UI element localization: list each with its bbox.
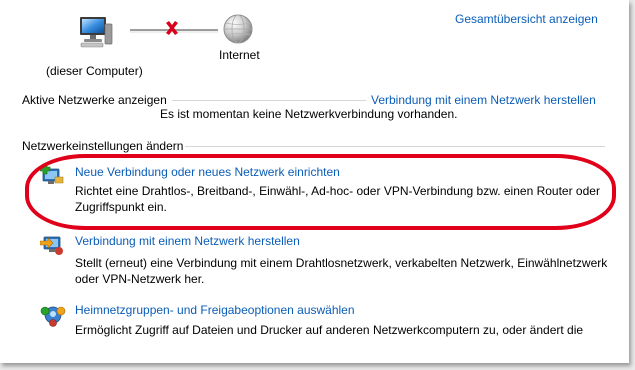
this-computer-label: (dieser Computer) — [46, 64, 143, 78]
active-networks-label: Aktive Netzwerke anzeigen — [22, 93, 167, 107]
no-connection-message: Es ist momentan keine Netzwerkverbindung… — [160, 107, 458, 121]
connect-network-icon[interactable] — [39, 232, 64, 256]
divider — [172, 100, 366, 101]
divider — [185, 146, 605, 147]
connect-network-link[interactable]: Verbindung mit einem Netzwerk herstellen — [75, 234, 300, 248]
homegroup-sharing-link[interactable]: Heimnetzgruppen- und Freigabeoptionen au… — [75, 303, 355, 317]
setup-new-connection-description: Richtet eine Drahtlos-, Breitband-, Einw… — [75, 184, 600, 214]
change-settings-label: Netzwerkeinstellungen ändern — [22, 139, 184, 153]
network-center-panel: Gesamtübersicht anzeigen (dieser Compute… — [0, 0, 629, 363]
connect-to-network-link[interactable]: Verbindung mit einem Netzwerk herstellen — [371, 93, 596, 107]
setup-new-connection-link[interactable]: Neue Verbindung oder neues Netzwerk einr… — [75, 165, 340, 179]
disconnect-x-icon — [164, 20, 180, 36]
view-full-map-link[interactable]: Gesamtübersicht anzeigen — [455, 12, 598, 26]
homegroup-sharing-description: Ermöglicht Zugriff auf Dateien und Druck… — [75, 323, 584, 337]
internet-label: Internet — [219, 48, 260, 62]
new-connection-icon[interactable] — [39, 163, 64, 187]
internet-globe-icon — [222, 13, 254, 45]
homegroup-icon[interactable] — [40, 303, 66, 327]
connect-network-description: Stellt (erneut) eine Verbindung mit eine… — [75, 256, 608, 286]
computer-icon — [78, 14, 114, 48]
